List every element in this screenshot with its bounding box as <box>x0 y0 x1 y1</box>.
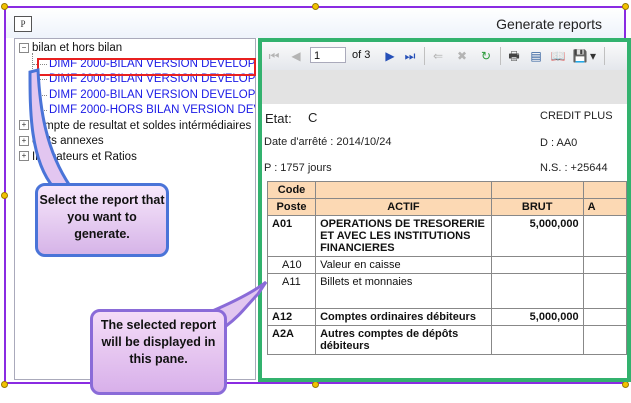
select-report-callout: Select the report that you want to gener… <box>35 183 169 257</box>
callout-pointer-select <box>28 68 73 190</box>
display-pane-callout: The selected report will be displayed in… <box>90 309 227 395</box>
